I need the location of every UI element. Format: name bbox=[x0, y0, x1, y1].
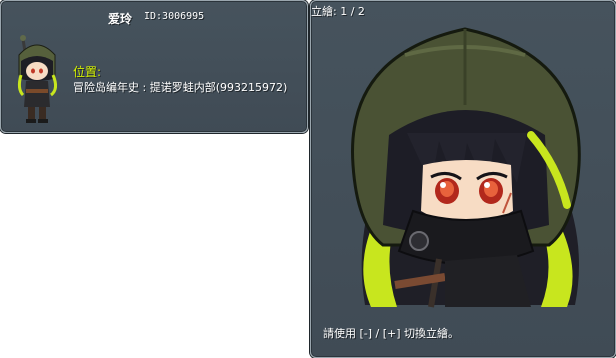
portrait-panel: 立繪: 1 / 2 請使用 [-] / [+] 切換立繪。 bbox=[310, 0, 616, 358]
location-label: 位置: bbox=[73, 65, 102, 79]
character-header: 爱玲 ID:3006995 bbox=[1, 10, 309, 26]
character-sprite bbox=[17, 35, 58, 123]
character-id: ID:3006995 bbox=[144, 11, 205, 22]
character-portrait bbox=[351, 27, 581, 308]
character-info-panel: 爱玲 ID:3006995 位置: 冒险岛编年史 : 提诺罗蛙内部(993215… bbox=[0, 0, 308, 133]
portrait-switch-hint: 請使用 [-] / [+] 切換立繪。 bbox=[323, 327, 460, 340]
location-value: 冒险岛编年史 : 提诺罗蛙内部(993215972) bbox=[73, 81, 288, 94]
character-name: 爱玲 bbox=[108, 12, 133, 26]
